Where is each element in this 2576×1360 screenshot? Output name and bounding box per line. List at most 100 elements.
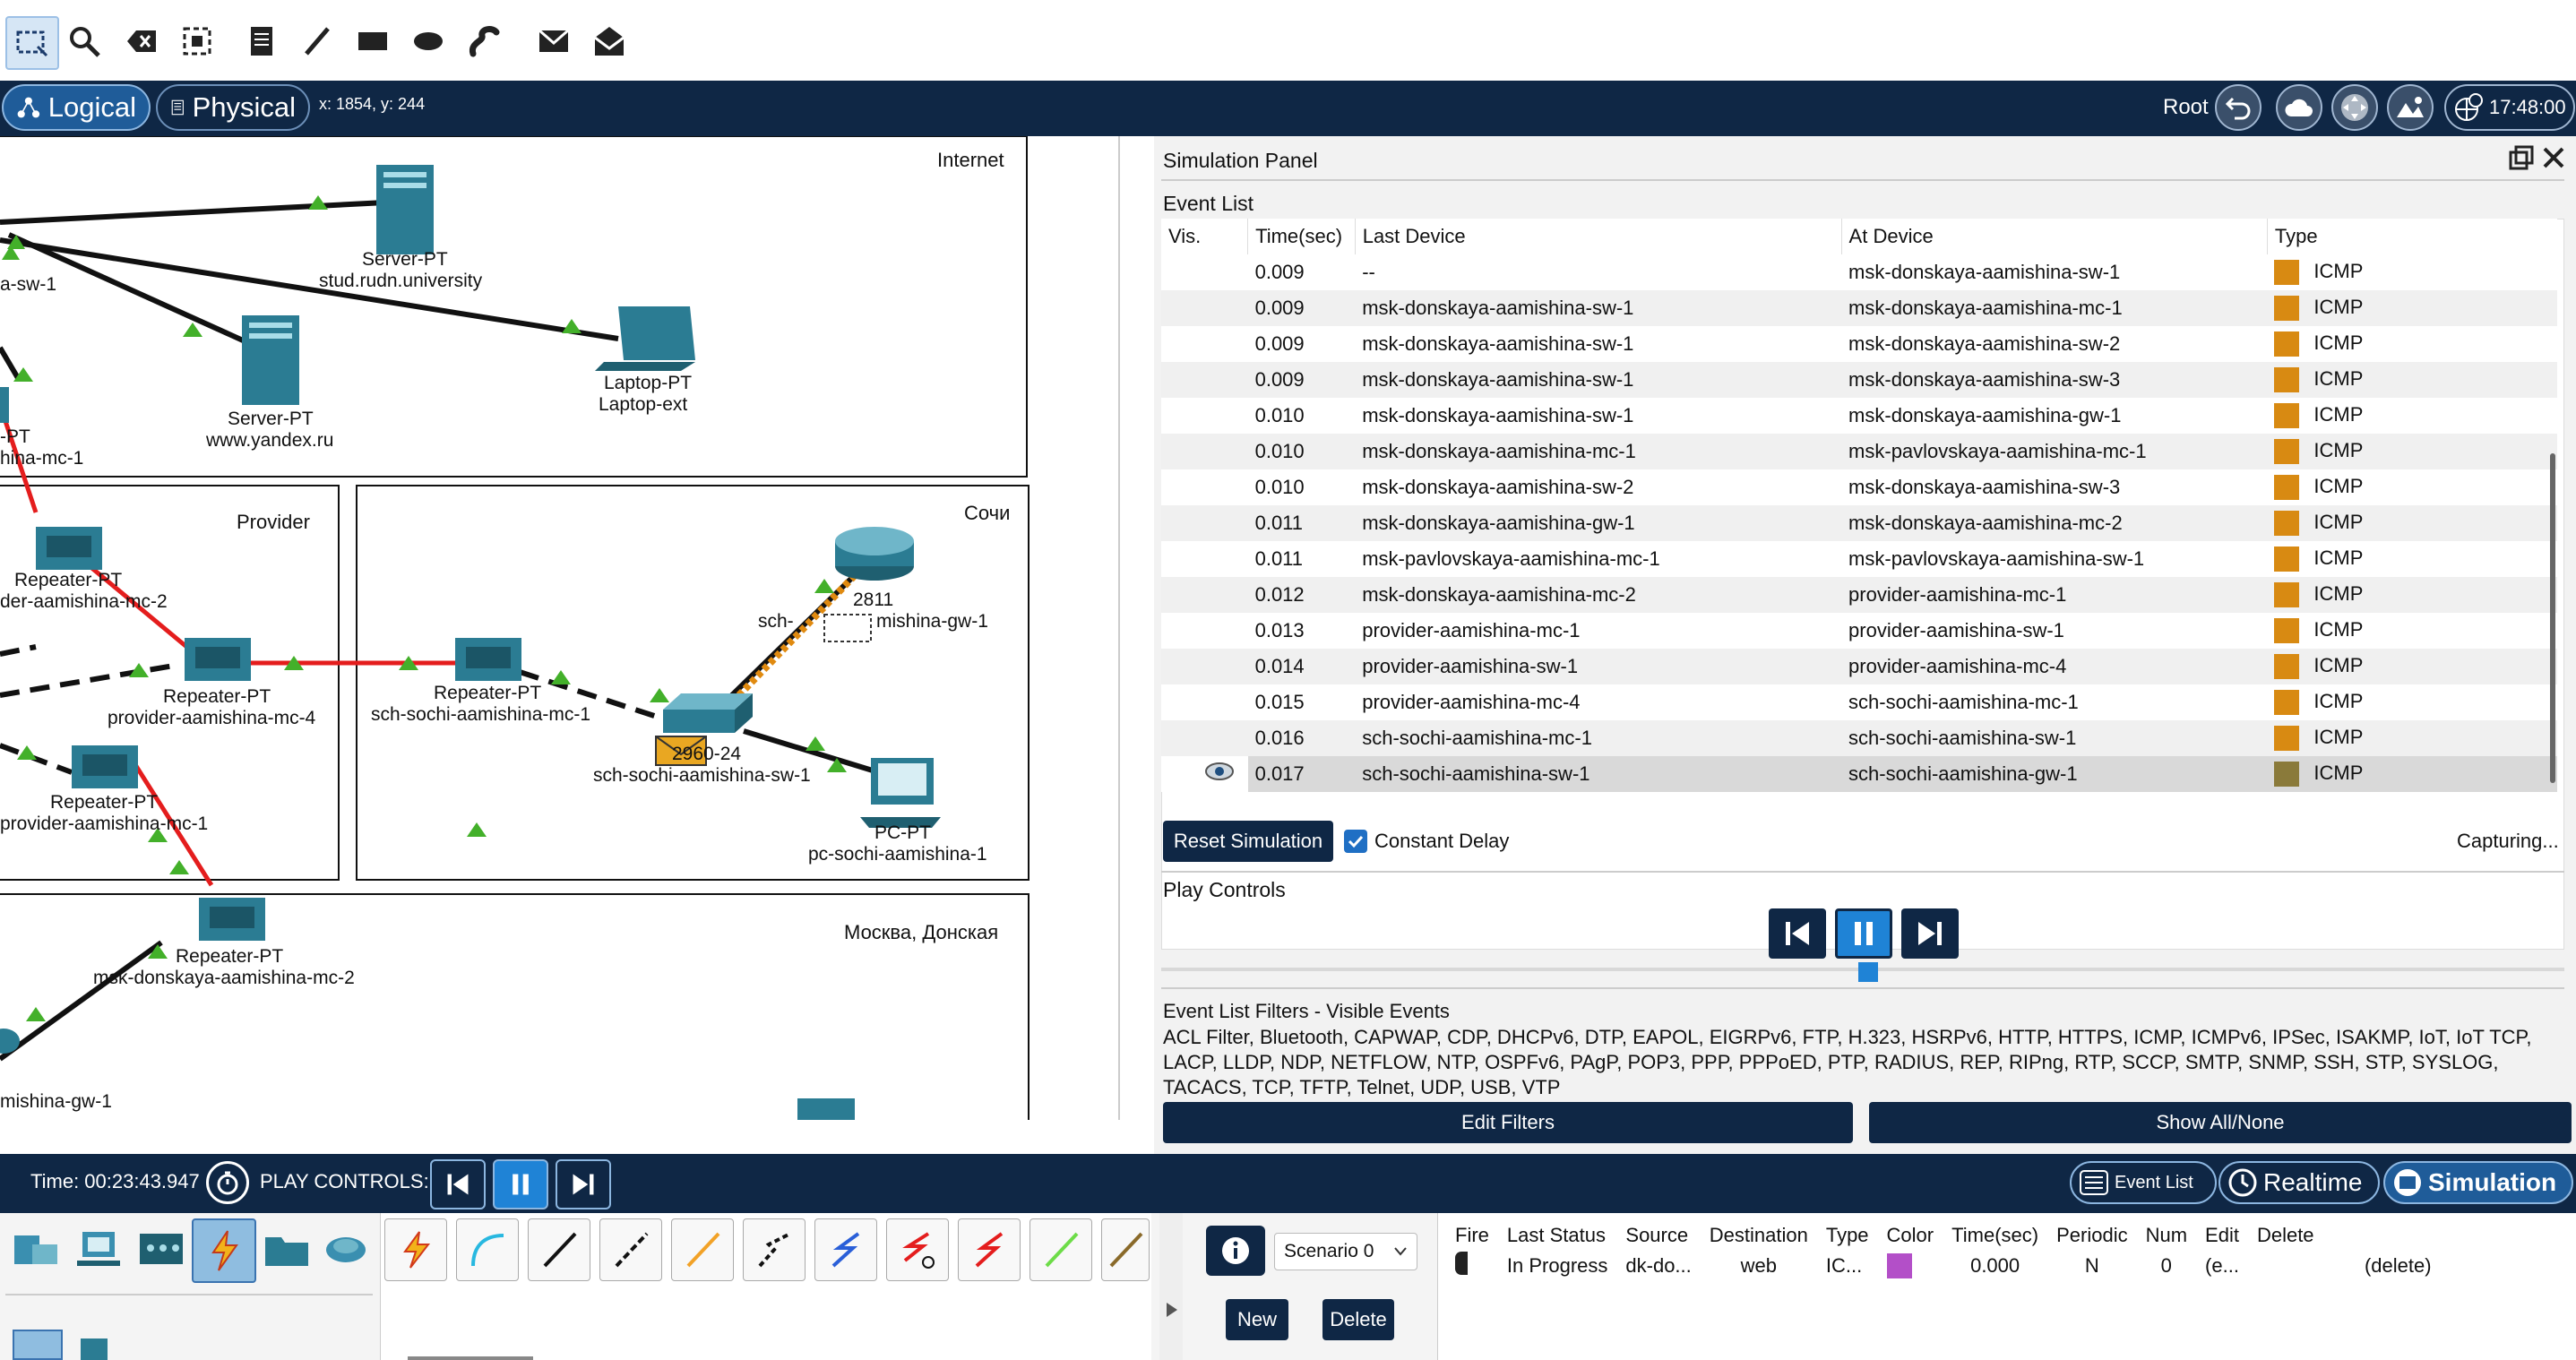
physical-mode-button[interactable]: Physical <box>156 84 310 131</box>
pdu-column-header[interactable]: Edit <box>2196 1220 2248 1251</box>
pdu-column-header[interactable]: Color <box>1878 1220 1943 1251</box>
back-icon[interactable] <box>2215 84 2262 131</box>
pdu-column-header[interactable]: Delete <box>2248 1220 2441 1251</box>
step-forward-button[interactable] <box>1901 908 1959 959</box>
event-visibility-cell[interactable] <box>1161 684 1248 720</box>
coaxial-cable-icon[interactable] <box>814 1218 877 1281</box>
event-visibility-cell[interactable] <box>1161 362 1248 398</box>
event-row[interactable]: 0.014 provider-aamishina-sw-1 provider-aam… <box>1161 649 2557 684</box>
freeform-icon[interactable] <box>459 16 509 66</box>
event-visibility-cell[interactable] <box>1161 469 1248 505</box>
rectangle-icon[interactable] <box>348 16 398 66</box>
connections-category-icon[interactable] <box>192 1218 256 1283</box>
event-row[interactable]: 0.009 msk-donskaya-aamishina-sw-1 msk-dons… <box>1161 326 2557 362</box>
end-devices-category-icon[interactable] <box>68 1218 129 1279</box>
step-back-button[interactable] <box>1769 908 1826 959</box>
event-visibility-cell[interactable] <box>1161 398 1248 434</box>
scenario-select[interactable]: Scenario 0 <box>1274 1233 1417 1270</box>
pdu-column-header[interactable]: Time(sec) <box>1943 1220 2047 1251</box>
octal-cable-icon[interactable] <box>1030 1218 1092 1281</box>
event-row[interactable]: 0.011 msk-pavlovskaya-aamishina-mc-1 msk-p… <box>1161 541 2557 577</box>
event-visibility-cell[interactable] <box>1161 541 1248 577</box>
realtime-mode-button[interactable]: Realtime <box>2218 1161 2380 1204</box>
auto-connection-icon[interactable] <box>384 1218 447 1281</box>
panel-collapse-handle[interactable] <box>1159 1213 1183 1360</box>
resize-icon[interactable] <box>172 16 222 66</box>
event-list-toggle-button[interactable]: Event List <box>2070 1161 2217 1204</box>
pdu-column-header[interactable]: Last Status <box>1498 1220 1617 1251</box>
event-row[interactable]: 0.013 provider-aamishina-mc-1 provider-aam… <box>1161 613 2557 649</box>
undock-icon[interactable] <box>2509 145 2534 175</box>
pdu-fire-cell[interactable] <box>1446 1251 1498 1281</box>
event-visibility-cell[interactable] <box>1161 254 1248 290</box>
event-visibility-cell[interactable] <box>1161 613 1248 649</box>
pdu-column-header[interactable]: Destination <box>1701 1220 1817 1251</box>
delete-scenario-button[interactable]: Delete <box>1322 1299 1394 1340</box>
logical-workspace-canvas[interactable]: Internet Provider Сочи Москва, Донская S… <box>0 136 1120 1120</box>
column-header[interactable]: At Device <box>1841 219 2268 254</box>
column-header[interactable]: Vis. <box>1161 219 1249 254</box>
new-scenario-button[interactable]: New <box>1226 1299 1288 1340</box>
pdu-column-header[interactable]: Type <box>1817 1220 1878 1251</box>
event-visibility-cell[interactable] <box>1161 326 1248 362</box>
event-row[interactable]: 0.015 provider-aamishina-mc-4 sch-sochi-aa… <box>1161 684 2557 720</box>
column-header[interactable]: Time(sec) <box>1247 219 1356 254</box>
delete-icon[interactable] <box>116 16 167 66</box>
ellipse-icon[interactable] <box>403 16 453 66</box>
play-pause-button[interactable] <box>1835 908 1892 959</box>
event-visibility-cell[interactable] <box>1161 756 1248 792</box>
close-icon[interactable] <box>2541 145 2566 175</box>
pdu-column-header[interactable]: Periodic <box>2047 1220 2136 1251</box>
pdu-column-header[interactable]: Num <box>2137 1220 2196 1251</box>
pdu-edit-link[interactable]: (e... <box>2196 1251 2248 1281</box>
event-row[interactable]: 0.011 msk-donskaya-aamishina-gw-1 msk-dons… <box>1161 505 2557 541</box>
connections-subcategory-icon[interactable] <box>13 1330 63 1360</box>
pdu-complex-icon[interactable] <box>584 16 634 66</box>
constant-delay-checkbox[interactable] <box>1344 830 1367 853</box>
event-row[interactable]: 0.012 msk-donskaya-aamishina-mc-2 provider… <box>1161 577 2557 613</box>
crossover-cable-icon[interactable] <box>599 1218 662 1281</box>
network-devices-category-icon[interactable] <box>5 1218 66 1279</box>
background-image-icon[interactable] <box>2387 84 2434 131</box>
pdu-column-header[interactable]: Fire <box>1446 1220 1498 1251</box>
column-header[interactable]: Type <box>2267 219 2557 254</box>
event-row[interactable]: 0.010 msk-donskaya-aamishina-sw-1 msk-dons… <box>1161 398 2557 434</box>
bottom-play-pause-button[interactable] <box>493 1159 548 1209</box>
event-visibility-cell[interactable] <box>1161 649 1248 684</box>
event-row[interactable]: 0.010 msk-donskaya-aamishina-mc-1 msk-pavl… <box>1161 434 2557 469</box>
pdu-delete-link[interactable]: (delete) <box>2248 1251 2441 1281</box>
event-visibility-cell[interactable] <box>1161 434 1248 469</box>
power-cycle-button[interactable] <box>206 1161 249 1204</box>
column-header[interactable]: Last Device <box>1355 219 1842 254</box>
event-row[interactable]: 0.010 msk-donskaya-aamishina-sw-2 msk-dons… <box>1161 469 2557 505</box>
wireless-subcategory-icon[interactable] <box>81 1338 108 1360</box>
event-list-scrollbar[interactable] <box>2550 453 2555 783</box>
event-visibility-cell[interactable] <box>1161 505 1248 541</box>
event-visibility-cell[interactable] <box>1161 290 1248 326</box>
scenario-info-button[interactable] <box>1206 1226 1265 1276</box>
event-visibility-cell[interactable] <box>1161 577 1248 613</box>
move-icon[interactable] <box>2331 84 2378 131</box>
event-visibility-cell[interactable] <box>1161 720 1248 756</box>
event-row[interactable]: 0.009 msk-donskaya-aamishina-sw-1 msk-dons… <box>1161 362 2557 398</box>
multiuser-connection-category-icon[interactable] <box>315 1218 376 1279</box>
zoom-icon[interactable] <box>59 16 109 66</box>
serial-dce-cable-icon[interactable] <box>886 1218 949 1281</box>
fiber-cable-icon[interactable] <box>671 1218 734 1281</box>
reset-simulation-button[interactable]: Reset Simulation <box>1163 821 1333 862</box>
simulation-mode-button[interactable]: Simulation <box>2383 1161 2573 1204</box>
event-row[interactable]: 0.009 msk-donskaya-aamishina-sw-1 msk-dons… <box>1161 290 2557 326</box>
logical-mode-button[interactable]: Logical <box>2 84 151 131</box>
straight-through-cable-icon[interactable] <box>528 1218 590 1281</box>
iot-custom-cable-icon[interactable] <box>1101 1218 1150 1281</box>
phone-cable-icon[interactable] <box>743 1218 806 1281</box>
clock-button[interactable]: 17:48:00 <box>2444 84 2575 131</box>
select-icon[interactable] <box>5 16 59 70</box>
bottom-step-back-button[interactable] <box>430 1159 486 1209</box>
event-row[interactable]: 0.016 sch-sochi-aamishina-mc-1 sch-sochi-a… <box>1161 720 2557 756</box>
note-icon[interactable] <box>237 16 287 66</box>
playback-speed-handle[interactable] <box>1858 962 1878 982</box>
bottom-step-forward-button[interactable] <box>556 1159 611 1209</box>
edit-filters-button[interactable]: Edit Filters <box>1163 1102 1853 1143</box>
pdu-column-header[interactable]: Source <box>1616 1220 1700 1251</box>
